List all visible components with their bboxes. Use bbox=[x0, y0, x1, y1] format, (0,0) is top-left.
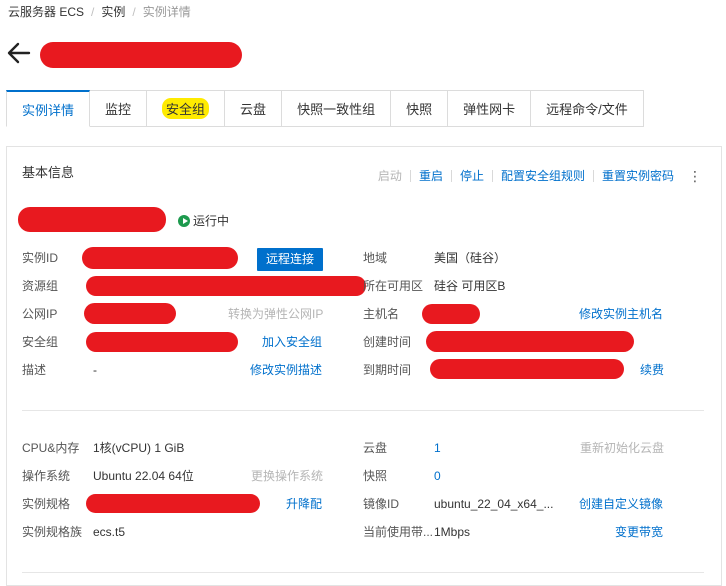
os-label: 操作系统 bbox=[22, 469, 71, 483]
tab-remote-command[interactable]: 远程命令/文件 bbox=[531, 90, 644, 127]
zone-value: 硅谷 可用区B bbox=[434, 279, 506, 293]
security-group-label: 安全组 bbox=[22, 335, 59, 349]
tab-snapshots[interactable]: 快照 bbox=[391, 90, 449, 127]
stop-button[interactable]: 停止 bbox=[450, 170, 492, 182]
tab-security-group[interactable]: 安全组 bbox=[147, 90, 226, 127]
configure-sg-rules-button[interactable]: 配置安全组规则 bbox=[491, 170, 593, 182]
convert-eip-link[interactable]: 转换为弹性公网IP bbox=[228, 305, 323, 323]
breadcrumb-current: 实例详情 bbox=[142, 5, 191, 19]
breadcrumb-ecs[interactable]: 云服务器 ECS bbox=[8, 5, 84, 19]
zone-label: 所在可用区 bbox=[363, 279, 424, 293]
redacted-instance-name bbox=[40, 42, 242, 68]
action-bar: 启动 重启 停止 配置安全组规则 重置实例密码 ⋮ bbox=[370, 169, 702, 183]
reinit-disk-link[interactable]: 重新初始化云盘 bbox=[580, 439, 664, 457]
start-button[interactable]: 启动 bbox=[370, 170, 410, 182]
breadcrumb-separator: / bbox=[91, 5, 95, 19]
tab-bar: 实例详情 监控 安全组 云盘 快照一致性组 快照 弹性网卡 远程命令/文件 bbox=[6, 90, 644, 128]
section-title-basic-info: 基本信息 bbox=[22, 165, 75, 180]
more-icon[interactable]: ⋮ bbox=[682, 169, 702, 183]
redacted-created-time bbox=[426, 331, 634, 352]
tab-eni[interactable]: 弹性网卡 bbox=[448, 90, 532, 127]
snapshot-label: 快照 bbox=[363, 469, 388, 483]
region-value: 美国（硅谷） bbox=[434, 251, 507, 265]
bandwidth-label: 当前使用带... bbox=[363, 525, 434, 539]
renew-link[interactable]: 续费 bbox=[640, 361, 664, 379]
resource-group-label: 资源组 bbox=[22, 279, 59, 293]
create-custom-image-link[interactable]: 创建自定义镜像 bbox=[579, 495, 663, 513]
description-value: - bbox=[93, 363, 97, 377]
change-os-link[interactable]: 更换操作系统 bbox=[251, 467, 323, 485]
running-icon bbox=[178, 215, 190, 227]
section-divider bbox=[22, 572, 704, 573]
cpu-memory-label: CPU&内存 bbox=[22, 441, 80, 455]
redacted-security-group bbox=[86, 332, 238, 352]
image-id-label: 镜像ID bbox=[363, 497, 400, 511]
tab-snapshot-consistency-group[interactable]: 快照一致性组 bbox=[282, 90, 392, 127]
tab-monitoring[interactable]: 监控 bbox=[90, 90, 148, 127]
breadcrumb: 云服务器 ECS / 实例 / 实例详情 bbox=[8, 4, 191, 20]
breadcrumb-instances[interactable]: 实例 bbox=[101, 5, 125, 19]
created-time-label: 创建时间 bbox=[363, 335, 412, 349]
instance-spec-label: 实例规格 bbox=[22, 497, 71, 511]
instance-id-label: 实例ID bbox=[22, 251, 59, 265]
redacted-instance-id bbox=[82, 247, 238, 269]
modify-hostname-link[interactable]: 修改实例主机名 bbox=[579, 305, 663, 323]
public-ip-label: 公网IP bbox=[22, 307, 58, 321]
instance-family-label: 实例规格族 bbox=[22, 525, 83, 539]
redacted-resource-group bbox=[86, 276, 366, 296]
status-text: 运行中 bbox=[193, 214, 230, 228]
os-value: Ubuntu 22.04 64位 bbox=[93, 469, 194, 483]
redacted-public-ip bbox=[84, 303, 176, 324]
back-arrow-icon[interactable] bbox=[6, 40, 32, 66]
redacted-instance-spec bbox=[86, 494, 260, 513]
bandwidth-value: 1Mbps bbox=[434, 525, 471, 539]
description-label: 描述 bbox=[22, 363, 47, 377]
redacted-hostname bbox=[422, 304, 480, 324]
change-bandwidth-link[interactable]: 变更带宽 bbox=[615, 523, 663, 541]
redacted-instance-title bbox=[18, 207, 166, 232]
expiry-time-label: 到期时间 bbox=[363, 363, 412, 377]
join-security-group-link[interactable]: 加入安全组 bbox=[262, 333, 322, 351]
instance-family-value: ecs.t5 bbox=[93, 525, 126, 539]
image-id-value: ubuntu_22_04_x64_... bbox=[434, 497, 554, 511]
section-divider bbox=[22, 410, 704, 411]
reset-password-button[interactable]: 重置实例密码 bbox=[592, 170, 682, 182]
breadcrumb-separator: / bbox=[132, 5, 136, 19]
status-badge: 运行中 bbox=[178, 212, 229, 230]
tab-disks[interactable]: 云盘 bbox=[225, 90, 283, 127]
disk-count-link[interactable]: 1 bbox=[434, 439, 441, 457]
snapshot-count-link[interactable]: 0 bbox=[434, 467, 441, 485]
hostname-label: 主机名 bbox=[363, 307, 400, 321]
upgrade-downgrade-link[interactable]: 升降配 bbox=[286, 495, 322, 513]
region-label: 地域 bbox=[363, 251, 388, 265]
remote-connect-button[interactable]: 远程连接 bbox=[257, 248, 324, 271]
disk-label: 云盘 bbox=[363, 441, 388, 455]
redacted-expiry-time bbox=[430, 359, 624, 379]
modify-description-link[interactable]: 修改实例描述 bbox=[250, 361, 322, 379]
tab-instance-details[interactable]: 实例详情 bbox=[6, 90, 91, 127]
restart-button[interactable]: 重启 bbox=[409, 170, 451, 182]
cpu-memory-value: 1核(vCPU) 1 GiB bbox=[93, 441, 185, 455]
